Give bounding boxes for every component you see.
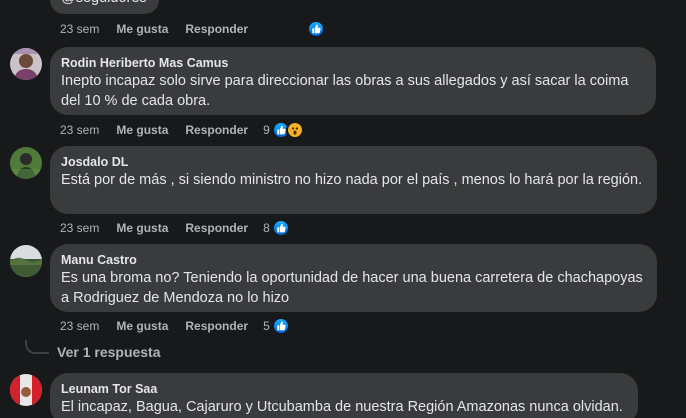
reply-button[interactable]: Responder — [185, 317, 248, 335]
avatar[interactable] — [10, 374, 42, 406]
avatar[interactable] — [10, 48, 42, 80]
comment-author[interactable]: Manu Castro — [61, 252, 645, 268]
comment-author[interactable]: Rodin Heriberto Mas Camus — [61, 55, 644, 71]
like-button[interactable]: Me gusta — [116, 121, 168, 139]
like-reaction-icon[interactable] — [271, 317, 290, 335]
comment-bubble: Leunam Tor Saa El incapaz, Bagua, Cajaru… — [50, 373, 638, 418]
comment-timestamp[interactable]: 23 sem — [60, 317, 99, 335]
comment-author[interactable]: Leunam Tor Saa — [61, 381, 626, 397]
comment-text: El incapaz, Bagua, Cajaruro y Utcubamba … — [61, 399, 623, 415]
comment-author[interactable]: Josdalo DL — [61, 154, 645, 170]
comment-actions: 23 sem Me gusta Responder 8 — [60, 219, 290, 237]
reaction-count[interactable]: 9 — [263, 121, 270, 139]
comment-bubble-partial: @seguidores — [50, 0, 159, 14]
reply-button[interactable]: Responder — [185, 219, 248, 237]
wow-reaction-icon[interactable] — [285, 121, 304, 139]
comment-text: Es una broma no? Teniendo la oportunidad… — [61, 270, 643, 306]
like-button[interactable]: Me gusta — [116, 219, 168, 237]
comment-bubble: Manu Castro Es una broma no? Teniendo la… — [50, 244, 657, 312]
thread-connector — [25, 340, 49, 354]
avatar[interactable] — [10, 147, 42, 179]
comment-bubble: Josdalo DL Está por de más , si siendo m… — [50, 146, 657, 214]
comment-actions: 23 sem Me gusta Responder 5 — [60, 317, 290, 335]
like-reaction-icon[interactable] — [307, 20, 326, 38]
view-replies-link[interactable]: Ver 1 respuesta — [57, 343, 161, 361]
comment-timestamp[interactable]: 23 sem — [60, 219, 99, 237]
reaction-count[interactable]: 8 — [263, 219, 270, 237]
comment-timestamp[interactable]: 23 sem — [60, 121, 99, 139]
comment-timestamp[interactable]: 23 sem — [60, 20, 99, 38]
reaction-count[interactable]: 5 — [263, 317, 270, 335]
reply-button[interactable]: Responder — [185, 121, 248, 139]
comment-bubble: Rodin Heriberto Mas Camus Inepto incapaz… — [50, 47, 656, 115]
like-button[interactable]: Me gusta — [116, 317, 168, 335]
comment-actions: 23 sem Me gusta Responder 9 — [60, 121, 304, 139]
like-button[interactable]: Me gusta — [116, 20, 168, 38]
comment-text: Está por de más , si siendo ministro no … — [61, 172, 643, 188]
comment-actions: 23 sem Me gusta Responder — [60, 20, 326, 38]
comment-text: Inepto incapaz solo sirve para direccion… — [61, 73, 629, 109]
avatar[interactable] — [10, 245, 42, 277]
comment-text: @seguidores — [61, 0, 147, 8]
reply-button[interactable]: Responder — [185, 20, 248, 38]
like-reaction-icon[interactable] — [271, 219, 290, 237]
